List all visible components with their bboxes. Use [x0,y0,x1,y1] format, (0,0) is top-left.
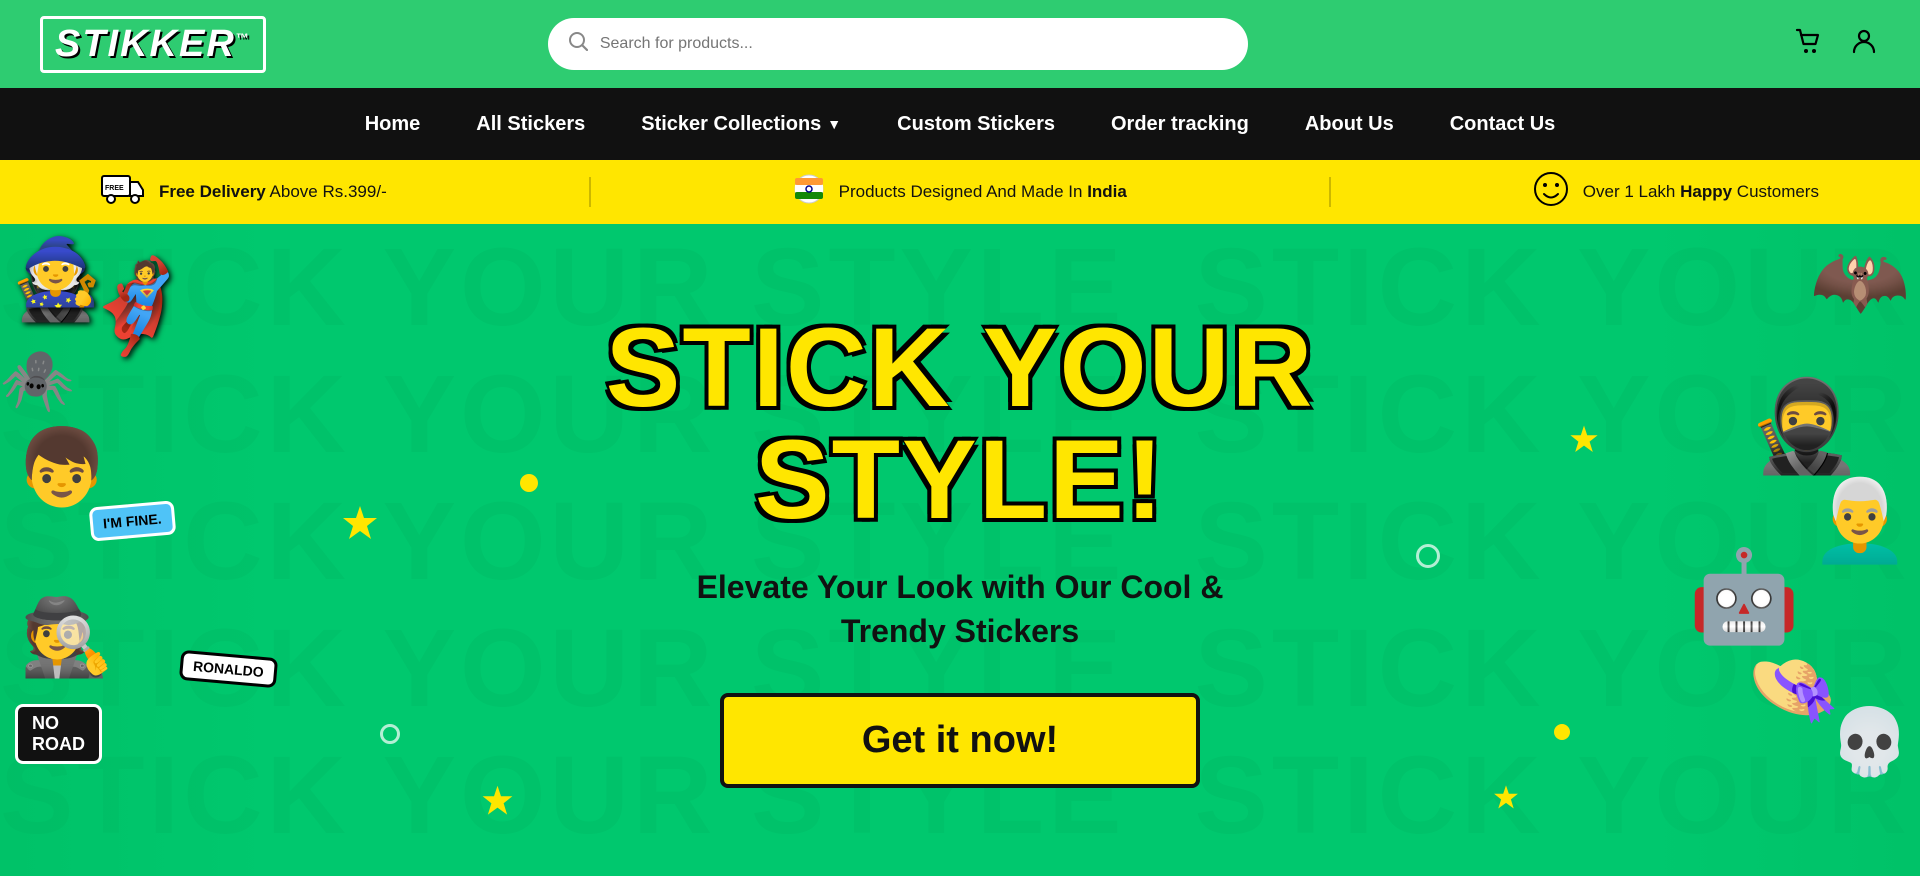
get-it-now-button[interactable]: Get it now! [720,693,1200,788]
deco-star-1 [340,504,380,549]
search-input[interactable] [600,35,1228,53]
nav-item-home[interactable]: Home [337,88,449,160]
nav-item-about-us[interactable]: About Us [1277,88,1422,160]
deco-star-4 [1492,784,1520,817]
hero-right-stickers: 🦇 🥷 🤖 👨‍🦳 👒 💀 [1640,224,1920,876]
sticker-white-hair: 👨‍🦳 [1810,474,1910,568]
chevron-down-icon: ▼ [827,116,841,132]
divider [589,177,591,207]
sticker-luffy: 👒 [1747,644,1840,732]
search-bar [548,18,1248,70]
sticker-char-anime: 👦 [15,424,108,512]
sticker-ronaldo: RONALDO [179,650,278,688]
sticker-im-fine: I'M FINE. [89,500,176,541]
hero-left-stickers: 🥷 🦸 🧙 👦 I'M FINE. 🕵️ NOROAD RONALDO 🕷️ [0,224,280,876]
sticker-keanu: 🕵️ [20,594,113,682]
hero-content: STICK YOUR STYLE! Elevate Your Look with… [580,272,1340,827]
search-icon [568,31,588,57]
user-icon[interactable] [1848,25,1880,64]
navbar: Home All Stickers Sticker Collections ▼ … [0,88,1920,160]
nav-item-custom-stickers[interactable]: Custom Stickers [869,88,1083,160]
deco-circle-2 [1416,544,1440,568]
nav-item-sticker-collections[interactable]: Sticker Collections ▼ [613,88,869,160]
logo-area: STIKKER™ [40,16,266,73]
sticker-no-road: NOROAD [15,704,102,764]
happy-face-icon [1533,171,1569,214]
customers-info: Over 1 Lakh Happy Customers [1533,171,1819,214]
deco-circle-3 [1554,724,1570,740]
india-info: Products Designed And Made In India [793,173,1127,212]
customers-text: Over 1 Lakh Happy Customers [1583,182,1819,202]
cart-icon[interactable] [1792,25,1824,64]
sticker-naruto2: 🥷 [1748,374,1860,479]
deco-circle-4 [380,724,400,744]
delivery-info: FREE Free Delivery Above Rs.399/- [101,171,387,214]
svg-text:FREE: FREE [105,185,124,192]
deco-star-2 [480,784,515,824]
sticker-spiderman: 🕷️ [0,344,75,415]
delivery-text: Free Delivery Above Rs.399/- [159,182,387,202]
header: STIKKER™ [0,0,1920,88]
hero-title: STICK YOUR STYLE! [600,312,1320,536]
nav-item-all-stickers[interactable]: All Stickers [448,88,613,160]
info-bar: FREE Free Delivery Above Rs.399/- Produc… [0,160,1920,224]
india-text: Products Designed And Made In India [839,182,1127,202]
divider2 [1329,177,1331,207]
delivery-icon: FREE [101,171,145,214]
sticker-batman: 🦇 [1810,234,1910,328]
hero-subtitle: Elevate Your Look with Our Cool &Trendy … [600,566,1320,652]
india-flag-icon [793,173,825,212]
logo: STIKKER™ [40,16,266,73]
nav-item-contact-us[interactable]: Contact Us [1422,88,1584,160]
nav-item-order-tracking[interactable]: Order tracking [1083,88,1277,160]
deco-star-3 [1568,424,1600,461]
sticker-char-witch: 🧙 [20,234,101,310]
sticker-skull: 💀 [1829,704,1910,780]
logo-tm: ™ [236,30,251,45]
header-icons [1792,25,1880,64]
hero-section: STICK YOUR STYLE STICK YOUR STYLE STICK … [0,224,1920,876]
deco-circle-1 [520,474,538,492]
sticker-ironman: 🤖 [1688,544,1800,649]
